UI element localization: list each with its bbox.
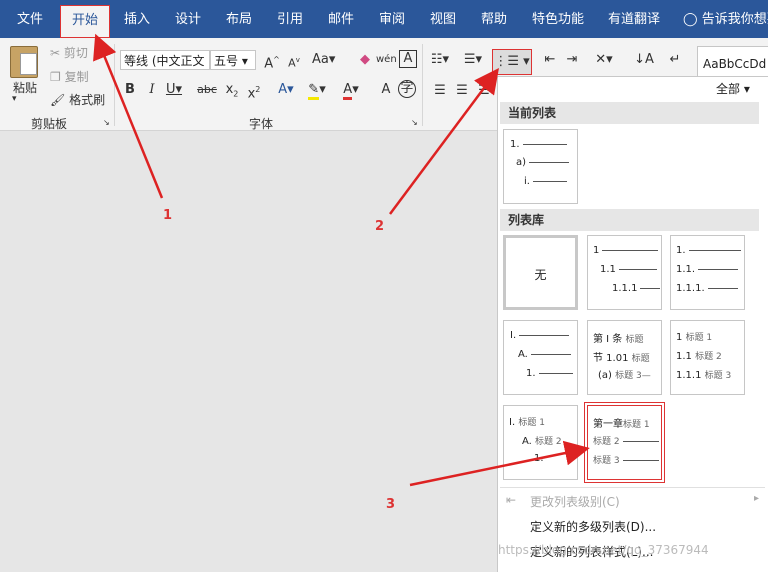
annotation-arrow-1: [93, 33, 164, 199]
annotation-number-2: 2: [375, 219, 385, 234]
annotation-number-3: 3: [386, 497, 396, 512]
annotation-overlay: [93, 33, 590, 487]
annotation-arrow-2: [388, 67, 499, 215]
annotation-number-1: 1: [163, 208, 173, 223]
annotation-arrow-3: [409, 440, 590, 487]
